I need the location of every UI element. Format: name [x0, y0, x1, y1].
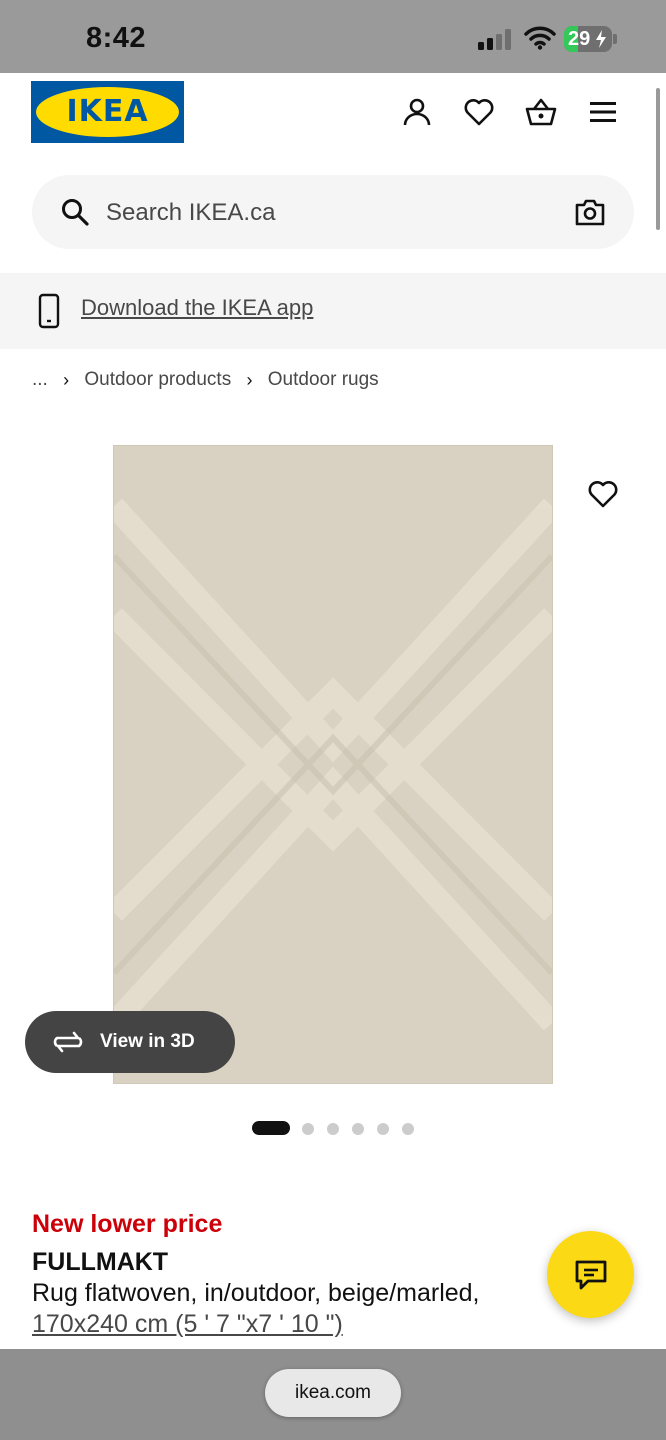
pager-dot[interactable]: [402, 1123, 414, 1135]
status-time: 8:42: [86, 22, 147, 54]
shopping-bag-icon[interactable]: [525, 96, 557, 128]
rug-pattern: [114, 498, 552, 1031]
status-bar: 8:42 29: [0, 0, 666, 73]
menu-hamburger-icon[interactable]: [587, 96, 619, 128]
url-bar[interactable]: ikea.com: [265, 1369, 401, 1417]
chevron-right-icon: ›: [246, 369, 253, 390]
camera-icon[interactable]: [574, 197, 606, 227]
search-input[interactable]: Search IKEA.ca: [106, 199, 275, 227]
pager-dot[interactable]: [302, 1123, 314, 1135]
chat-button[interactable]: [547, 1231, 634, 1318]
browser-bottom-bar: ikea.com: [0, 1349, 666, 1440]
breadcrumb-item-outdoor-rugs[interactable]: Outdoor rugs: [268, 369, 379, 391]
chevron-right-icon: ›: [63, 369, 70, 390]
battery-nub: [613, 34, 617, 44]
battery-indicator: 29: [564, 26, 612, 52]
scroll-indicator[interactable]: [656, 88, 660, 230]
logo-registered-mark: ®: [172, 84, 179, 94]
rotate-3d-icon: [53, 1031, 83, 1053]
product-name: FULLMAKT: [32, 1248, 169, 1276]
logo-text: IKEA: [66, 94, 149, 129]
app-download-banner: Download the IKEA app: [0, 273, 666, 349]
pager-dot[interactable]: [352, 1123, 364, 1135]
view-in-3d-label: View in 3D: [100, 1031, 195, 1052]
product-description: Rug flatwoven, in/outdoor, beige/marled,: [32, 1279, 480, 1307]
view-in-3d-button[interactable]: View in 3D: [25, 1011, 235, 1073]
charging-bolt-icon: [596, 30, 606, 48]
price-note: New lower price: [32, 1210, 223, 1238]
heart-icon[interactable]: [587, 479, 619, 509]
breadcrumb-ellipsis[interactable]: ...: [32, 369, 48, 391]
breadcrumb: ... › Outdoor products › Outdoor rugs: [32, 369, 379, 395]
wifi-icon: [524, 26, 556, 50]
phone-icon: [38, 293, 60, 329]
cellular-signal-icon: [478, 28, 514, 50]
search-icon[interactable]: [60, 197, 90, 227]
pager-dot[interactable]: [377, 1123, 389, 1135]
breadcrumb-item-outdoor-products[interactable]: Outdoor products: [84, 369, 231, 391]
wishlist-heart-icon[interactable]: [463, 96, 495, 128]
url-text: ikea.com: [294, 1382, 372, 1403]
product-size-link[interactable]: 170x240 cm (5 ' 7 "x7 ' 10 "): [32, 1310, 343, 1339]
pager-dot-active[interactable]: [252, 1121, 290, 1135]
chat-bubble-icon: [575, 1260, 607, 1290]
ikea-logo[interactable]: IKEA ®: [31, 81, 184, 143]
download-app-link[interactable]: Download the IKEA app: [81, 295, 313, 321]
pager-dot[interactable]: [327, 1123, 339, 1135]
battery-text: 29: [568, 28, 591, 50]
search-bar[interactable]: Search IKEA.ca: [32, 175, 634, 249]
product-image[interactable]: [114, 446, 552, 1083]
account-icon[interactable]: [401, 96, 433, 128]
